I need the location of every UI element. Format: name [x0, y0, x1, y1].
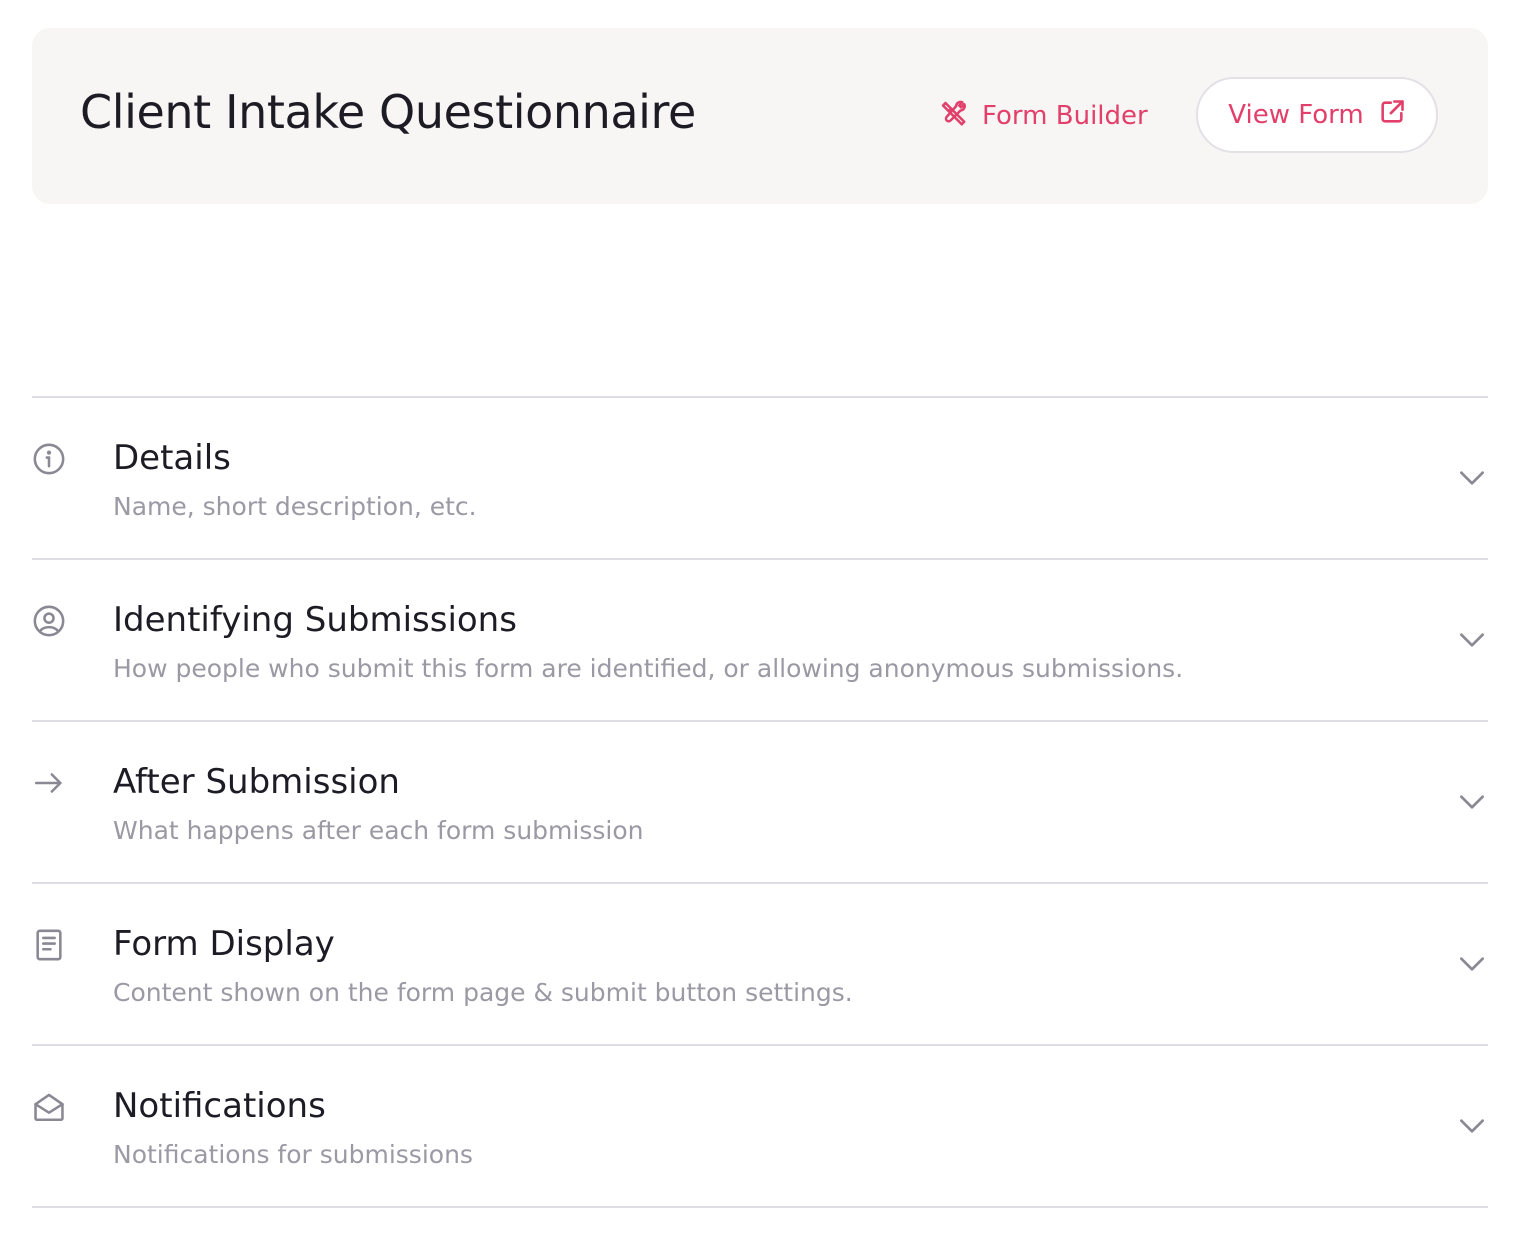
tools-icon	[938, 98, 968, 135]
section-description: Notifications for submissions	[113, 1140, 473, 1169]
section-title: Form Display	[113, 924, 335, 964]
section-title: Details	[113, 438, 231, 478]
section-description: How people who submit this form are iden…	[113, 654, 1184, 683]
section-title: After Submission	[113, 762, 400, 802]
chevron-down-icon[interactable]	[1456, 624, 1488, 656]
chevron-down-icon[interactable]	[1456, 462, 1488, 494]
form-builder-link[interactable]: Form Builder	[938, 96, 1148, 136]
document-icon	[32, 928, 66, 962]
chevron-down-icon[interactable]	[1456, 786, 1488, 818]
envelope-open-icon	[32, 1090, 66, 1124]
section-form-display[interactable]: Form Display Content shown on the form p…	[32, 884, 1488, 1046]
section-description: What happens after each form submission	[113, 816, 644, 845]
chevron-down-icon[interactable]	[1456, 948, 1488, 980]
page-title: Client Intake Questionnaire	[80, 85, 696, 139]
section-title: Identifying Submissions	[113, 600, 517, 640]
form-builder-label: Form Builder	[982, 101, 1148, 131]
settings-sections: Details Name, short description, etc. Id…	[32, 396, 1488, 1208]
section-title: Notifications	[113, 1086, 326, 1126]
external-link-icon	[1378, 98, 1406, 133]
section-notifications[interactable]: Notifications Notifications for submissi…	[32, 1046, 1488, 1208]
section-after-submission[interactable]: After Submission What happens after each…	[32, 722, 1488, 884]
page-header: Client Intake Questionnaire Form Builder…	[32, 28, 1488, 204]
view-form-label: View Form	[1228, 100, 1364, 130]
arrow-right-icon	[32, 766, 66, 800]
section-identifying-submissions[interactable]: Identifying Submissions How people who s…	[32, 560, 1488, 722]
chevron-down-icon[interactable]	[1456, 1110, 1488, 1142]
section-description: Name, short description, etc.	[113, 492, 477, 521]
info-circle-icon	[32, 442, 66, 476]
section-description: Content shown on the form page & submit …	[113, 978, 853, 1007]
view-form-button[interactable]: View Form	[1196, 77, 1438, 153]
user-circle-icon	[32, 604, 66, 638]
section-details[interactable]: Details Name, short description, etc.	[32, 398, 1488, 560]
